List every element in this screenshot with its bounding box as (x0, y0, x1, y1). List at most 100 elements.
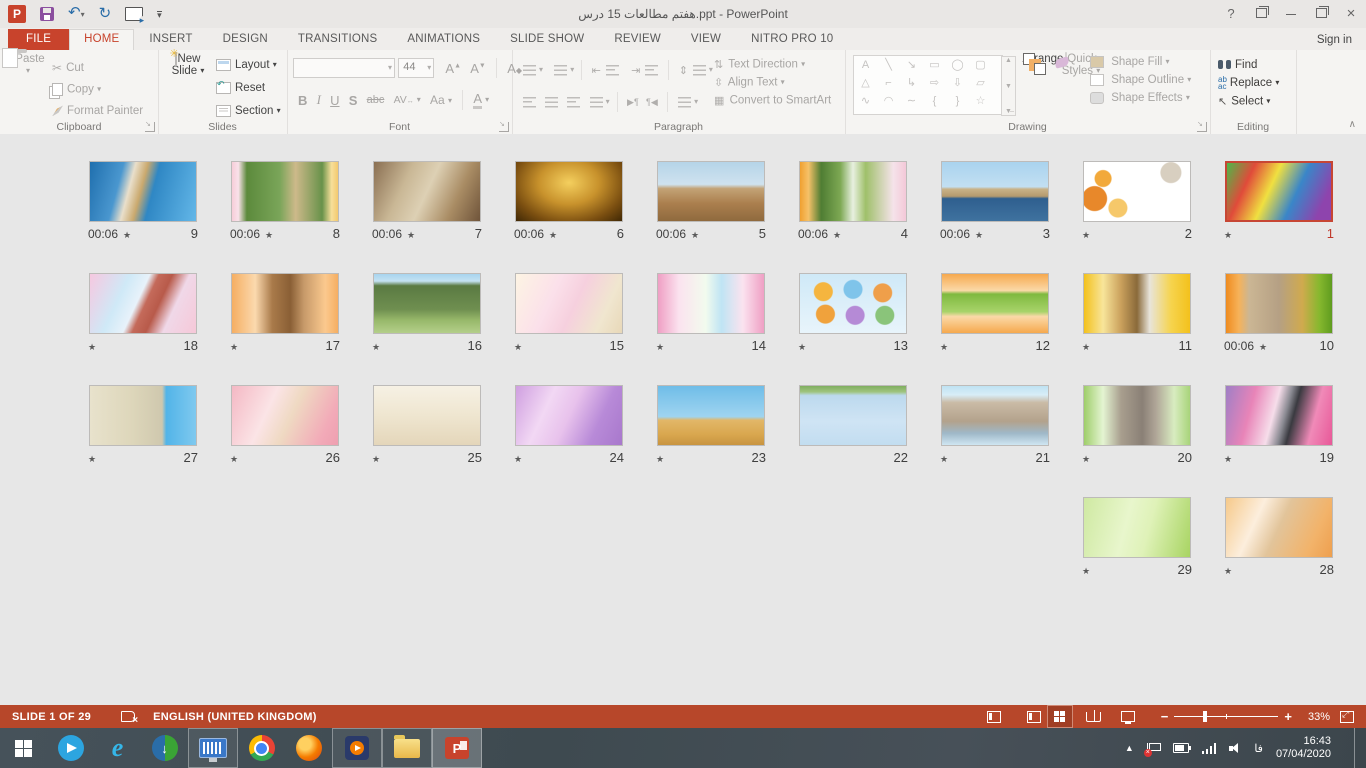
taskbar-media-player[interactable] (332, 728, 382, 768)
shapes-gallery[interactable]: A╲↘▭◯▢△⌐↳⇨⇩▱∿◠∼{}☆ ▲ ▼ ▼̶ (853, 55, 1003, 115)
tab-transitions[interactable]: TRANSITIONS (283, 29, 393, 50)
clipboard-dialog-launcher-icon[interactable]: ↘ (145, 122, 155, 132)
line-spacing-icon[interactable]: ⇕ (679, 64, 688, 77)
increase-indent-icon[interactable]: ⇥ (631, 64, 640, 77)
customize-qat-icon[interactable]: ▾ (157, 11, 162, 19)
shape-icon[interactable]: ↳ (900, 74, 923, 92)
shape-icon[interactable]: } (946, 92, 969, 110)
reset-button[interactable]: Reset (216, 82, 265, 94)
columns-icon[interactable] (678, 97, 691, 108)
format-painter-button[interactable]: Format Painter (52, 105, 143, 117)
shape-icon[interactable]: ▢ (969, 56, 992, 74)
bold-button[interactable]: B (298, 93, 307, 108)
volume-icon[interactable] (1229, 743, 1241, 754)
action-center-flag-icon[interactable] (1147, 743, 1160, 753)
taskbar-chrome[interactable] (238, 728, 285, 768)
grow-font-button[interactable]: A▲ (445, 61, 461, 76)
slide-thumbnail[interactable] (799, 161, 907, 222)
shape-icon[interactable]: ∼ (900, 92, 923, 110)
spell-check-icon[interactable] (121, 711, 135, 722)
slide-thumbnail[interactable] (231, 385, 339, 446)
shape-icon[interactable]: △ (854, 74, 877, 92)
slide-thumbnail[interactable] (1225, 497, 1333, 558)
shape-outline-button[interactable]: Shape Outline ▾ (1090, 74, 1208, 86)
change-case-button[interactable]: Aa ▾ (430, 93, 452, 107)
select-button[interactable]: ↖Select ▾ (1218, 95, 1279, 108)
align-left-icon[interactable] (523, 97, 536, 108)
shape-icon[interactable]: ▱ (969, 74, 992, 92)
font-color-button[interactable]: A (473, 91, 482, 109)
zoom-in-button[interactable]: + (1278, 709, 1298, 724)
shape-icon[interactable]: A (854, 56, 877, 74)
taskbar-download-manager[interactable] (141, 728, 188, 768)
slide-thumbnail[interactable] (799, 385, 907, 446)
slide-thumbnail[interactable] (799, 273, 907, 334)
shape-effects-button[interactable]: Shape Effects ▾ (1090, 92, 1208, 104)
slide-thumbnail[interactable] (515, 385, 623, 446)
strikethrough-button[interactable]: abc (367, 94, 385, 106)
shrink-font-button[interactable]: A▼ (470, 61, 486, 76)
slide-thumbnail[interactable] (657, 161, 765, 222)
slide-thumbnail[interactable] (89, 161, 197, 222)
slide-thumbnail[interactable] (89, 273, 197, 334)
close-icon[interactable]: × (1336, 0, 1366, 28)
slide-thumbnail[interactable] (1083, 497, 1191, 558)
convert-to-smartart-button[interactable]: ▦ Convert to SmartArt (712, 94, 847, 107)
find-button[interactable]: Find (1218, 59, 1279, 71)
ribbon-display-options-icon[interactable] (1246, 0, 1276, 28)
shape-icon[interactable]: ▭ (923, 56, 946, 74)
shapes-scroll-down-icon[interactable]: ▼ (1005, 83, 1012, 90)
slide-counter[interactable]: SLIDE 1 OF 29 (12, 711, 91, 723)
taskbar-clock[interactable]: 16:43 07/04/2020 (1276, 735, 1337, 761)
zoom-slider[interactable] (1174, 716, 1278, 717)
shape-fill-button[interactable]: Shape Fill ▾ (1090, 56, 1208, 68)
taskbar-firefox[interactable] (285, 728, 332, 768)
slide-thumbnail[interactable] (373, 161, 481, 222)
start-from-beginning-icon[interactable] (125, 7, 143, 21)
numbering-icon[interactable] (554, 65, 567, 76)
sign-in-link[interactable]: Sign in (1317, 34, 1352, 46)
normal-view-button[interactable] (1021, 705, 1047, 728)
tab-file[interactable]: FILE (8, 29, 69, 50)
text-direction-button[interactable]: ⇅ Text Direction ▾ (712, 58, 847, 71)
slide-thumbnail-selected[interactable] (1225, 161, 1333, 222)
slide-thumbnail[interactable] (941, 385, 1049, 446)
slide-thumbnail[interactable] (373, 273, 481, 334)
taskbar-telegram[interactable] (47, 728, 94, 768)
layout-button[interactable]: Layout ▾ (216, 59, 277, 71)
tab-view[interactable]: VIEW (676, 29, 736, 50)
slide-thumbnail[interactable] (231, 273, 339, 334)
underline-button[interactable]: U (330, 93, 339, 108)
shapes-more-icon[interactable]: ▼̶ (1005, 108, 1012, 115)
italic-button[interactable]: I (317, 92, 321, 108)
shape-icon[interactable]: ╲ (877, 56, 900, 74)
zoom-out-button[interactable]: − (1155, 709, 1175, 724)
new-slide-button[interactable]: New Slide ▾ (166, 53, 210, 77)
paste-button[interactable]: Paste▾ (6, 53, 50, 77)
tray-expand-icon[interactable]: ▲ (1125, 743, 1134, 753)
slide-thumbnail[interactable] (1083, 273, 1191, 334)
network-signal-icon[interactable] (1202, 743, 1217, 754)
taskbar-internet-explorer[interactable]: e (94, 728, 141, 768)
restore-icon[interactable] (1306, 0, 1336, 28)
slide-thumbnail[interactable] (657, 273, 765, 334)
notes-button[interactable] (981, 705, 1007, 728)
slide-thumbnail[interactable] (941, 161, 1049, 222)
slide-thumbnail[interactable] (515, 161, 623, 222)
align-center-icon[interactable] (545, 97, 558, 108)
tab-slide-show[interactable]: SLIDE SHOW (495, 29, 599, 50)
start-button[interactable] (0, 728, 47, 768)
slide-thumbnail[interactable] (1225, 273, 1333, 334)
zoom-slider-thumb[interactable] (1203, 711, 1207, 722)
left-to-right-icon[interactable]: ▶¶ (627, 97, 639, 108)
slide-thumbnail[interactable] (1083, 385, 1191, 446)
slide-thumbnail[interactable] (941, 273, 1049, 334)
slide-thumbnail[interactable] (373, 385, 481, 446)
align-text-button[interactable]: ⇳ Align Text ▾ (712, 76, 847, 89)
help-icon[interactable]: ? (1216, 0, 1246, 28)
character-spacing-button[interactable]: AV↔ ▾ (394, 94, 421, 106)
taskbar-powerpoint[interactable]: P (432, 728, 482, 768)
bullets-icon[interactable] (523, 65, 536, 76)
redo-icon[interactable]: ↻ (99, 6, 112, 22)
tab-review[interactable]: REVIEW (599, 29, 676, 50)
